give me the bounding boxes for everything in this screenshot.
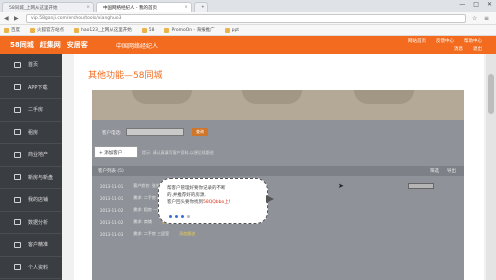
browser-nav-bar: ◀ ▶ vip.58ganji.com/ershou/tools/xianghu… <box>0 12 496 25</box>
logo-anjuke[interactable]: 安居客 <box>67 40 88 50</box>
back-icon[interactable]: ◀ <box>4 15 9 22</box>
sidebar-item-new-house[interactable]: 新房与新盘 <box>0 167 62 189</box>
scrollbar-thumb[interactable] <box>488 74 494 114</box>
browser-tab[interactable]: 58同城_上网从这里开始 × <box>2 2 94 12</box>
list-actions: 筛选 导出 <box>430 168 456 174</box>
sidebar-item-resale[interactable]: 二手房 <box>0 99 62 122</box>
bookmark-item[interactable]: 火狐官方站点 <box>30 27 64 33</box>
client-list: 2013-11-01 客户姓名: 张先生 查看详情 2013-11-01 需求:… <box>92 180 464 240</box>
house-icon <box>14 106 21 113</box>
bookmark-item[interactable]: ppt <box>224 27 239 33</box>
menu-icon[interactable]: ≡ <box>484 15 489 22</box>
bookmarks-bar: 百度 火狐官方站点 hao123_上网从这里开始 58 PromoOn - 海报… <box>0 25 496 36</box>
export-link[interactable]: 导出 <box>447 168 456 174</box>
search-input[interactable] <box>126 128 184 136</box>
bookmark-icon <box>4 27 9 33</box>
progress-dots <box>169 215 190 218</box>
table-row[interactable]: 2013-11-02 需求: 商铺 查看详情 <box>92 216 464 228</box>
banner-decoration <box>132 90 192 104</box>
progress-dot <box>175 215 178 218</box>
table-row[interactable]: 2013-11-02 需求: 租房 一居室 查看详情 <box>92 204 464 216</box>
bookmark-icon <box>74 27 79 33</box>
sidebar-item-commercial[interactable]: 商业地产 <box>0 144 62 167</box>
profile-icon <box>14 264 21 271</box>
banner-decoration <box>242 90 302 104</box>
banner-decoration <box>354 90 414 104</box>
minimize-icon[interactable]: — <box>459 1 465 8</box>
phone-icon <box>14 84 21 91</box>
sidebar-item-home[interactable]: 首页 <box>0 54 62 77</box>
sidebar-item-profile[interactable]: 个人资料 <box>0 257 62 279</box>
user-icon <box>14 241 21 248</box>
chart-icon <box>14 219 21 226</box>
close-tab-icon[interactable]: × <box>184 5 188 10</box>
page-title: 其他功能—58同城 <box>88 71 163 81</box>
close-window-icon[interactable]: ✕ <box>487 1 492 8</box>
header-link[interactable]: 消息 <box>454 46 463 52</box>
progress-dot <box>169 215 172 218</box>
window-controls: — □ ✕ <box>459 1 492 8</box>
bookmark-icon <box>141 27 147 33</box>
bubble-tail <box>266 195 274 203</box>
maximize-icon[interactable]: □ <box>473 1 479 8</box>
header-link[interactable]: 帮助中心 <box>464 38 482 44</box>
bookmark-icon <box>224 27 230 33</box>
table-row[interactable]: 2013-11-03 需求: 二手房 三居室 添加跟进 <box>92 228 464 240</box>
logo-ganji[interactable]: 赶集网 <box>40 40 61 50</box>
status-select[interactable] <box>408 183 434 189</box>
sidebar-item-rent[interactable]: 租房 <box>0 122 62 144</box>
site-logos[interactable]: 58同城 赶集网 安居客 <box>10 40 88 50</box>
bookmark-icon <box>30 27 35 33</box>
bookmark-item[interactable]: PromoOn - 海报推广 <box>164 27 215 33</box>
logo-58[interactable]: 58同城 <box>10 40 34 50</box>
bookmark-icon <box>164 27 170 33</box>
forward-icon[interactable]: ▶ <box>14 15 19 22</box>
page-scrollbar[interactable] <box>486 54 496 280</box>
close-tab-icon[interactable]: × <box>86 5 90 10</box>
new-house-icon <box>14 174 21 181</box>
search-label: 客户电话: <box>102 131 122 136</box>
progress-dot <box>181 215 184 218</box>
header-link[interactable]: 反馈中心 <box>436 38 454 44</box>
shop-icon <box>14 196 21 203</box>
main-content: 其他功能—58同城 客户电话: 查询 + 添加客户 提示: 请认真填写客户资料,… <box>74 54 484 280</box>
search-button[interactable]: 查询 <box>192 128 208 136</box>
mouse-cursor-icon: ➤ <box>338 182 344 190</box>
browser-tab-bar: 58同城_上网从这里开始 × 中国网络经纪人 - 我的首页 × + — □ ✕ <box>0 0 496 12</box>
add-client-button[interactable]: + 添加客户 <box>94 146 138 158</box>
home-icon <box>14 61 21 68</box>
bookmark-item[interactable]: hao123_上网从这里开始 <box>74 27 132 33</box>
sidebar-item-clients[interactable]: 客户精准 <box>0 234 62 257</box>
building-icon <box>14 151 21 158</box>
sidebar: 首页 APP下载 二手房 租房 商业地产 新房与新盘 我的店铺 数据分析 客户精… <box>0 54 62 280</box>
bookmark-item[interactable]: 百度 <box>4 27 20 33</box>
key-icon <box>14 129 21 136</box>
browser-tab-active[interactable]: 中国网络经纪人 - 我的首页 × <box>96 2 192 12</box>
sidebar-item-analytics[interactable]: 数据分析 <box>0 212 62 234</box>
table-row[interactable]: 2013-11-01 客户姓名: 张先生 查看详情 <box>92 180 464 192</box>
video-banner <box>92 90 464 120</box>
site-header: 58同城 赶集网 安居客 中国网络经纪人 网站首页 反馈中心 帮助中心 消息 退… <box>0 36 496 54</box>
bookmark-item[interactable]: 58 <box>141 27 154 33</box>
header-link[interactable]: 网站首页 <box>408 38 426 44</box>
sidebar-item-shop[interactable]: 我的店铺 <box>0 189 62 212</box>
header-link[interactable]: 退出 <box>473 46 482 52</box>
header-links: 网站首页 反馈中心 帮助中心 <box>408 38 482 44</box>
filter-link[interactable]: 筛选 <box>430 168 439 174</box>
list-title: 客户列表 (5) <box>98 169 124 174</box>
address-bar[interactable]: vip.58ganji.com/ershou/tools/xianghuo3 <box>26 14 466 23</box>
progress-dot <box>187 215 190 218</box>
new-tab-button[interactable]: + <box>194 2 208 12</box>
table-row[interactable]: 2013-11-01 需求: 二手房 两居室 查看详情 <box>92 192 464 204</box>
sidebar-item-app[interactable]: APP下载 <box>0 77 62 99</box>
tutorial-speech-bubble: 帮客户管理好要你记录的不断 的,并推荐好的房源, 客户回头要你找到58QQbbo… <box>158 178 274 224</box>
site-slogan: 中国网络经纪人 <box>116 43 159 50</box>
info-text: 提示: 请认真填写客户资料,以便后续跟进 <box>142 150 214 155</box>
list-header <box>92 166 464 176</box>
header-links-secondary: 消息 退出 <box>454 46 482 52</box>
star-icon[interactable]: ☆ <box>472 15 477 22</box>
tutorial-video[interactable]: 客户电话: 查询 + 添加客户 提示: 请认真填写客户资料,以便后续跟进 客户列… <box>92 90 464 280</box>
